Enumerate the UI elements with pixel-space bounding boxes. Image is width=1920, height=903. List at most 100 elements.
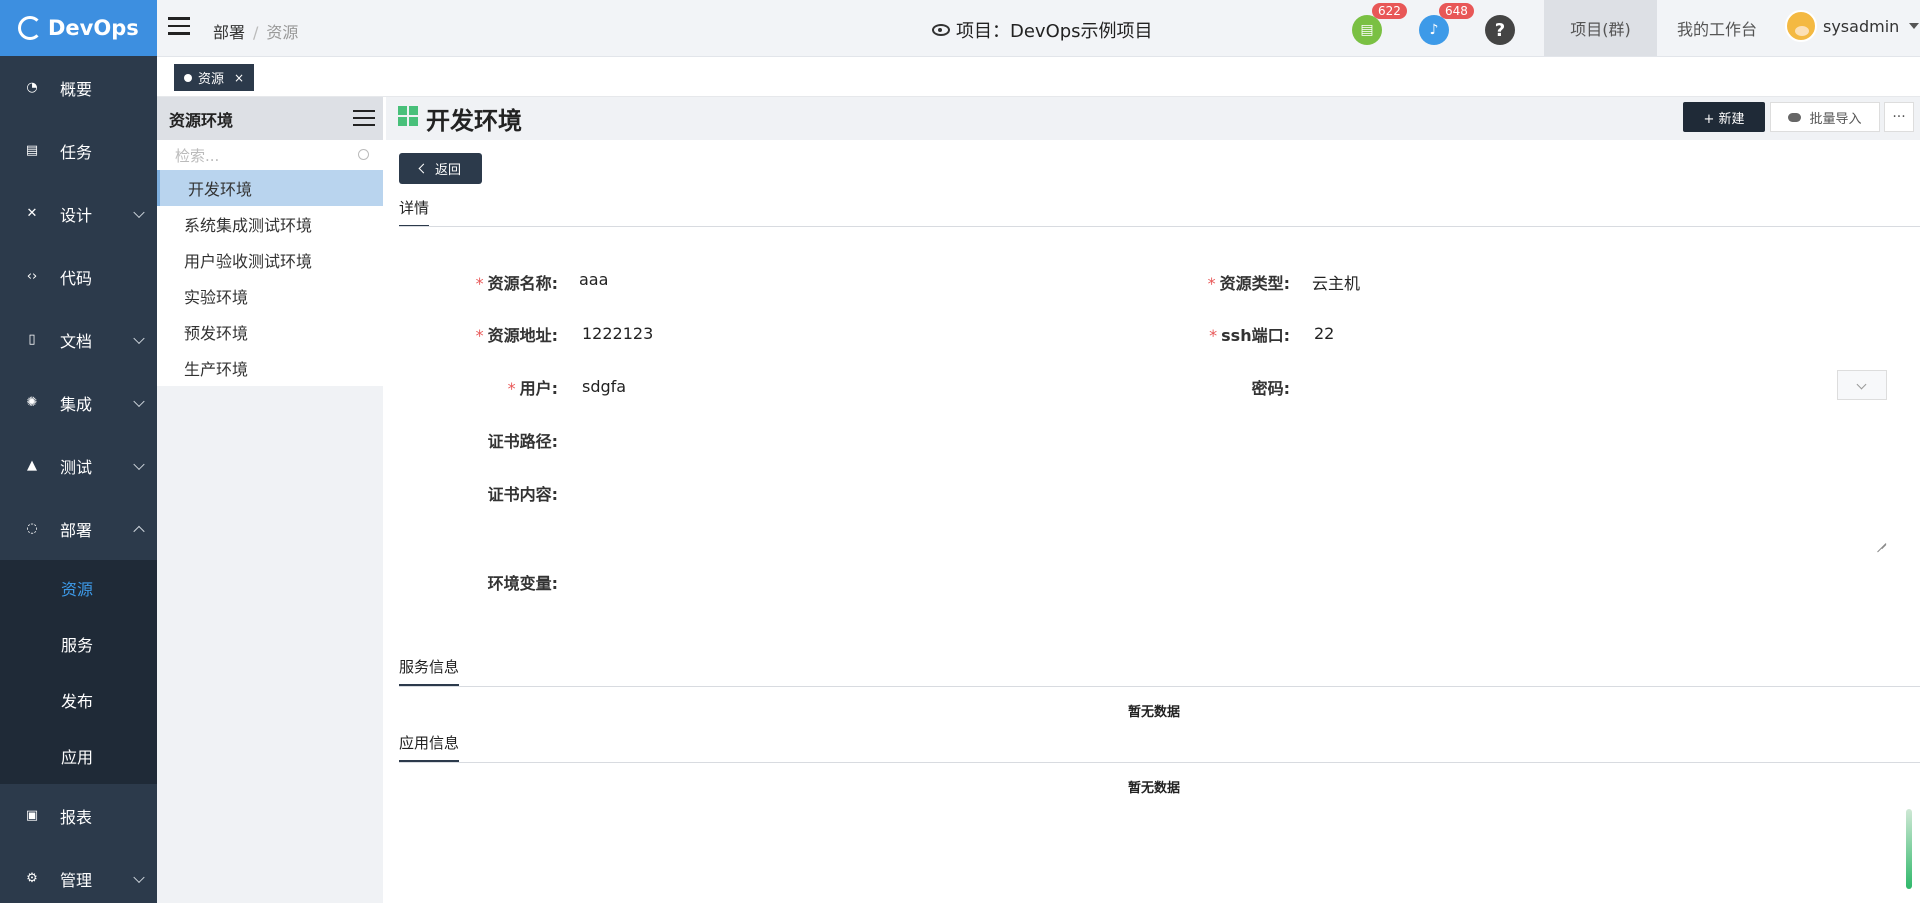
chevron-down-icon	[133, 395, 145, 407]
grid-icon	[398, 106, 418, 126]
service-empty-text: 暂无数据	[1127, 705, 1180, 720]
breadcrumb: 部署 / 资源	[213, 23, 299, 42]
sidebar-item-label: 报表	[60, 807, 93, 827]
search-input[interactable]: 检索...	[157, 140, 383, 170]
task-icon: ▤	[25, 143, 39, 158]
flask-icon: ▲	[27, 458, 37, 473]
list-item[interactable]: 系统集成测试环境	[157, 206, 383, 242]
chevron-left-icon	[418, 163, 429, 174]
batch-import-button[interactable]: 批量导入	[1770, 102, 1880, 132]
doc-count-badge: 622	[1372, 3, 1407, 19]
back-button[interactable]: 返回	[399, 153, 482, 184]
main-content: 开发环境 + 新建 批量导入 ··· 返回 详情 * 资源名称: aaa * 资源类…	[386, 97, 1920, 903]
chevron-up-icon	[133, 525, 145, 537]
ssh-port-value: 22	[1314, 324, 1335, 343]
user-label: * 用户:	[507, 379, 558, 398]
active-dot-icon	[184, 73, 192, 82]
list-item[interactable]: 用户验收测试环境	[157, 242, 383, 278]
password-label: 密码:	[1251, 379, 1290, 398]
sidebar-item-label: 管理	[60, 870, 93, 890]
tab-service-info[interactable]: 服务信息	[399, 656, 460, 686]
user-menu[interactable]: sysadmin	[1785, 10, 1920, 42]
password-toggle[interactable]	[1837, 370, 1887, 400]
env-variables-label: 环境变量:	[487, 574, 558, 593]
sidebar-item-report[interactable]: ▣ 报表	[0, 784, 157, 847]
close-icon[interactable]: ×	[234, 71, 244, 85]
sidebar-item-admin[interactable]: ⚙ 管理	[0, 847, 157, 903]
dashboard-icon: ◔	[26, 80, 38, 95]
breadcrumb-item[interactable]: 部署	[213, 23, 245, 42]
tab-app-info[interactable]: 应用信息	[399, 732, 460, 762]
list-item[interactable]: 预发环境	[157, 314, 383, 350]
new-button[interactable]: + 新建	[1683, 102, 1765, 132]
chevron-down-icon	[133, 332, 145, 344]
tab-app-label: 应用信息	[399, 734, 460, 752]
sidebar-item-deploy[interactable]: ◌ 部署	[0, 497, 157, 560]
document-icon: ▯	[28, 332, 36, 347]
cert-content-label: 证书内容:	[487, 485, 558, 504]
logo-icon	[18, 16, 42, 40]
breadcrumb-current: 资源	[266, 23, 299, 42]
integration-icon: ✺	[26, 395, 38, 410]
eye-icon	[932, 24, 950, 36]
sidebar-item-task[interactable]: ▤ 任务	[0, 119, 157, 182]
help-icon[interactable]: ?	[1485, 15, 1515, 45]
app-empty-text: 暂无数据	[1127, 781, 1180, 796]
main-header: 开发环境 + 新建 批量导入 ···	[386, 97, 1920, 140]
sidebar-item-integration[interactable]: ✺ 集成	[0, 371, 157, 434]
sidebar: DevOps ◔ 概要 ▤ 任务 ✕ 设计 ‹› 代码 ▯ 文档 ✺ 集成 ▲ …	[0, 0, 157, 903]
resource-env-panel: 资源环境 检索... 开发环境 系统集成测试环境 用户验收测试环境 实验环境 预…	[157, 97, 383, 903]
list-menu-icon[interactable]	[353, 110, 375, 128]
bell-count-badge: 648	[1439, 3, 1474, 19]
tab-detail[interactable]: 详情	[399, 197, 430, 227]
tab-resource[interactable]: 资源 ×	[174, 64, 255, 91]
sidebar-item-overview[interactable]: ◔ 概要	[0, 56, 157, 119]
logo[interactable]: DevOps	[0, 0, 157, 56]
deploy-submenu: 资源 服务 发布 应用	[0, 560, 157, 784]
sidebar-sub-application[interactable]: 应用	[0, 728, 157, 784]
sidebar-item-test[interactable]: ▲ 测试	[0, 434, 157, 497]
resource-name-value: aaa	[579, 270, 609, 289]
sidebar-item-label: 代码	[60, 268, 93, 288]
resource-address-value: 1222123	[582, 324, 654, 343]
resource-address-label: * 资源地址:	[475, 326, 558, 345]
sidebar-item-design[interactable]: ✕ 设计	[0, 182, 157, 245]
sidebar-item-label: 测试	[60, 457, 93, 477]
sidebar-item-code[interactable]: ‹› 代码	[0, 245, 157, 308]
panel-header: 资源环境	[157, 97, 383, 140]
chevron-down-icon	[133, 871, 145, 883]
sidebar-item-document[interactable]: ▯ 文档	[0, 308, 157, 371]
textarea-resize-handle[interactable]	[1876, 534, 1886, 544]
tab-service-label: 服务信息	[399, 658, 460, 676]
nav-my-workspace[interactable]: 我的工作台	[1677, 0, 1757, 56]
search-placeholder: 检索...	[175, 146, 220, 165]
menu-toggle-icon[interactable]	[168, 17, 190, 35]
sidebar-item-label: 设计	[60, 205, 93, 225]
list-item[interactable]: 开发环境	[157, 170, 383, 206]
bell-icon[interactable]: ♪ 648	[1419, 3, 1474, 45]
list-item[interactable]: 实验环境	[157, 278, 383, 314]
sidebar-sub-resource[interactable]: 资源	[0, 560, 157, 616]
sidebar-item-label: 集成	[60, 394, 93, 414]
divider	[399, 686, 1920, 687]
resource-type-label: * 资源类型:	[1207, 274, 1290, 293]
env-list: 开发环境 系统集成测试环境 用户验收测试环境 实验环境 预发环境 生产环境	[157, 170, 383, 386]
more-button[interactable]: ···	[1884, 102, 1914, 132]
tab-label: 资源	[198, 72, 225, 87]
cert-path-label: 证书路径:	[487, 432, 558, 451]
sidebar-sub-release[interactable]: 发布	[0, 672, 157, 728]
ssh-port-label: * ssh端口:	[1209, 326, 1290, 345]
scrollbar[interactable]	[1906, 809, 1912, 889]
search-icon[interactable]	[358, 149, 369, 160]
list-item[interactable]: 生产环境	[157, 350, 383, 386]
tab-detail-label: 详情	[399, 199, 430, 217]
nav-project-group[interactable]: 项目(群)	[1544, 0, 1657, 56]
divider	[399, 762, 1920, 763]
cloud-upload-icon	[1788, 112, 1802, 122]
gear-icon: ⚙	[26, 871, 38, 886]
deploy-icon: ◌	[26, 521, 38, 536]
sidebar-sub-service[interactable]: 服务	[0, 616, 157, 672]
document-notice-icon[interactable]: ▤ 622	[1352, 3, 1407, 45]
logo-text: DevOps	[48, 16, 139, 40]
project-title-text: 项目：DevOps示例项目	[956, 21, 1153, 42]
